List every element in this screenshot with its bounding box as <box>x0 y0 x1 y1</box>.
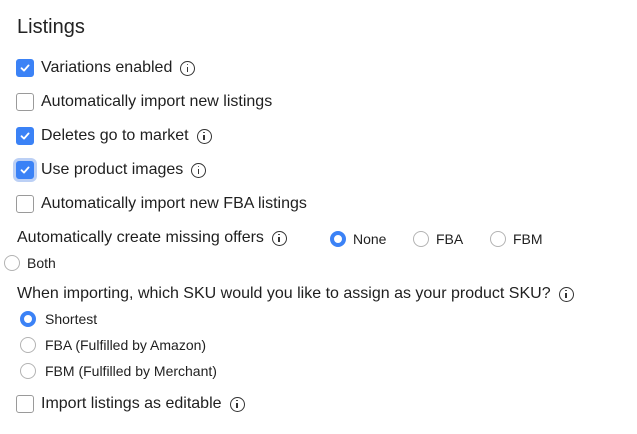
missing-offers-label: Automatically create missing offers <box>17 229 264 246</box>
radio-shortest[interactable] <box>20 311 36 327</box>
radio-none[interactable] <box>330 231 346 247</box>
variations-enabled-label: Variations enabled <box>41 59 173 76</box>
missing-offers-option-both[interactable]: Both <box>4 253 56 273</box>
radio-both[interactable] <box>4 255 20 271</box>
sku-option-shortest[interactable]: Shortest <box>20 309 97 329</box>
sku-question-label: When importing, which SKU would you like… <box>17 285 551 302</box>
section-title: Listings <box>17 16 85 38</box>
missing-offers-heading: Automatically create missing offers <box>17 228 287 248</box>
info-icon[interactable] <box>558 286 574 302</box>
radio-sku-fbm-label: FBM (Fulfilled by Merchant) <box>45 363 217 379</box>
import-editable-checkbox[interactable] <box>16 395 34 413</box>
deletes-go-to-market-checkbox[interactable] <box>16 127 34 145</box>
auto-import-fba-checkbox[interactable] <box>16 195 34 213</box>
sku-option-fbm[interactable]: FBM (Fulfilled by Merchant) <box>20 361 217 381</box>
radio-fba[interactable] <box>413 231 429 247</box>
import-editable-option[interactable]: Import listings as editable <box>16 394 245 414</box>
sku-question-heading: When importing, which SKU would you like… <box>17 284 574 304</box>
radio-fba-label: FBA <box>436 231 464 247</box>
use-product-images-option[interactable]: Use product images <box>16 160 207 180</box>
radio-sku-fbm[interactable] <box>20 363 36 379</box>
auto-import-fba-label: Automatically import new FBA listings <box>41 195 307 212</box>
radio-fbm[interactable] <box>490 231 506 247</box>
variations-enabled-option[interactable]: Variations enabled <box>16 58 196 78</box>
auto-import-fba-option[interactable]: Automatically import new FBA listings <box>16 194 307 214</box>
missing-offers-option-fba[interactable]: FBA <box>413 229 463 249</box>
checkmark-icon <box>20 64 30 72</box>
use-product-images-label: Use product images <box>41 161 184 178</box>
missing-offers-option-fbm[interactable]: FBM <box>490 229 543 249</box>
info-icon[interactable] <box>271 230 287 246</box>
missing-offers-option-none[interactable]: None <box>330 229 386 249</box>
info-icon[interactable] <box>180 60 196 76</box>
variations-enabled-checkbox[interactable] <box>16 59 34 77</box>
auto-import-listings-checkbox[interactable] <box>16 93 34 111</box>
auto-import-listings-option[interactable]: Automatically import new listings <box>16 92 272 112</box>
radio-none-label: None <box>353 231 387 247</box>
use-product-images-checkbox[interactable] <box>16 161 34 179</box>
checkmark-icon <box>20 166 30 174</box>
radio-shortest-label: Shortest <box>45 311 98 327</box>
info-icon[interactable] <box>229 396 245 412</box>
radio-both-label: Both <box>27 255 56 271</box>
sku-option-fba[interactable]: FBA (Fulfilled by Amazon) <box>20 335 206 355</box>
info-icon[interactable] <box>191 162 207 178</box>
auto-import-listings-label: Automatically import new listings <box>41 93 273 110</box>
radio-sku-fba-label: FBA (Fulfilled by Amazon) <box>45 337 207 353</box>
radio-fbm-label: FBM <box>513 231 543 247</box>
deletes-go-to-market-label: Deletes go to market <box>41 127 189 144</box>
radio-sku-fba[interactable] <box>20 337 36 353</box>
import-editable-label: Import listings as editable <box>41 395 222 412</box>
checkmark-icon <box>20 132 30 140</box>
info-icon[interactable] <box>196 128 212 144</box>
deletes-go-to-market-option[interactable]: Deletes go to market <box>16 126 212 146</box>
